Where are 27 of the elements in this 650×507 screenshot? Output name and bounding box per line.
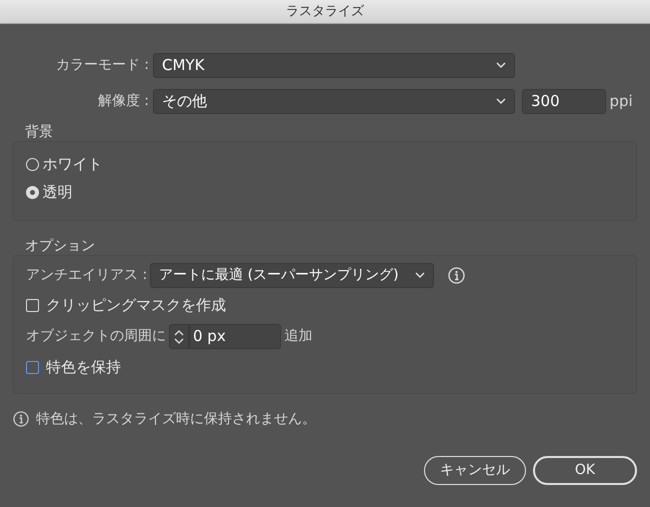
resolution-input[interactable]: 300 xyxy=(522,88,606,114)
checkbox-option[interactable]: 特色を保持 xyxy=(26,352,121,383)
radio-option[interactable]: 透明 xyxy=(26,178,72,206)
info-icon xyxy=(13,411,29,427)
field-label: アンチエイリアス : xyxy=(26,266,148,284)
resolution-dropdown[interactable]: その他 xyxy=(153,88,515,114)
anti-alias-dropdown[interactable]: アートに最適 (スーパーサンプリング) xyxy=(150,262,434,288)
notice-text: 特色は、ラスタライズ時に保持されません。 xyxy=(36,410,316,428)
window-title: ラスタライズ xyxy=(0,0,650,24)
padding-input[interactable]: 0 px xyxy=(189,324,281,349)
chevron-icon xyxy=(415,271,426,279)
chevron-icon xyxy=(496,61,506,69)
chevron-icon xyxy=(496,97,506,105)
ok-button[interactable]: OK xyxy=(533,456,637,485)
field-label: カラーモード : xyxy=(54,56,150,74)
color-mode-dropdown[interactable]: CMYK xyxy=(153,52,515,78)
cancel-button[interactable]: キャンセル xyxy=(424,456,526,485)
checkbox-option[interactable]: クリッピングマスクを作成 xyxy=(26,290,226,321)
field-label: オブジェクトの周囲に xyxy=(26,327,167,346)
suffix-label: 追加 xyxy=(284,327,312,346)
info-icon[interactable] xyxy=(448,266,466,284)
group-title: 背景 xyxy=(24,123,53,141)
unit-label: ppi xyxy=(610,90,633,112)
group-title: オプション xyxy=(24,237,95,255)
radio-option[interactable]: ホワイト xyxy=(26,150,102,178)
stepper-icon[interactable] xyxy=(169,324,189,349)
field-label: 解像度 : xyxy=(96,92,150,110)
